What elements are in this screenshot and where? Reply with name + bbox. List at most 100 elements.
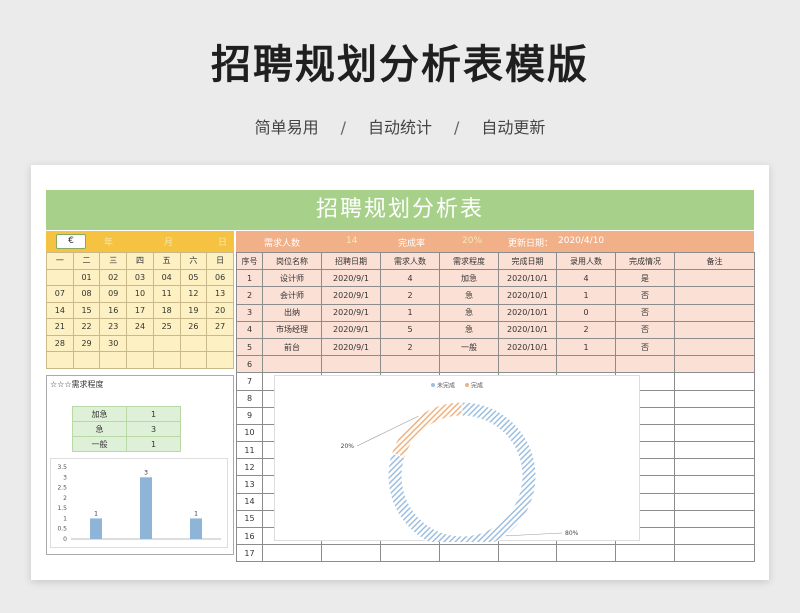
legend-swatch bbox=[465, 383, 469, 387]
bar-value-label: 1 bbox=[194, 510, 198, 517]
table-row: 1 设计师 2020/9/1 4 加急 2020/10/1 4 是 bbox=[236, 269, 755, 288]
y-tick-label: 0 bbox=[63, 536, 67, 543]
table-cell bbox=[674, 372, 755, 391]
calendar-cell: 四 bbox=[126, 252, 154, 270]
donut-slice bbox=[390, 401, 463, 459]
table-row: 4 市场经理 2020/9/1 5 急 2020/10/1 2 否 bbox=[236, 320, 755, 339]
urgency-row: 急3 bbox=[72, 421, 181, 437]
table-cell: 1 bbox=[380, 303, 440, 322]
table-cell: 2020/10/1 bbox=[498, 269, 557, 288]
y-tick-label: 3.5 bbox=[57, 464, 67, 471]
table-cell bbox=[674, 544, 755, 563]
table-cell bbox=[674, 458, 755, 477]
urgency-count: 3 bbox=[126, 421, 181, 437]
table-cell: 12 bbox=[236, 458, 263, 477]
feature-tags: 简单易用 / 自动统计 / 自动更新 bbox=[0, 114, 800, 138]
table-cell: 急 bbox=[439, 303, 499, 322]
legend-label: 完成 bbox=[471, 382, 483, 390]
table-cell: 17 bbox=[236, 544, 263, 563]
table-cell: 11 bbox=[236, 441, 263, 460]
calendar-cell: 10 bbox=[126, 285, 154, 303]
legend-label: 未完成 bbox=[437, 382, 455, 390]
table-cell: 13 bbox=[236, 475, 263, 494]
table-cell bbox=[321, 544, 381, 563]
rate-value: 20% bbox=[462, 236, 483, 246]
calendar-header: € 年 月 日 bbox=[46, 231, 234, 252]
tag-auto-update: 自动更新 bbox=[481, 118, 546, 137]
table-header-row: 序号 岗位名称 招聘日期 需求人数 需求程度 完成日期 录用人数 完成情况 备注 bbox=[236, 251, 755, 271]
table-cell: 2020/10/1 bbox=[498, 337, 557, 357]
calendar-cell: 11 bbox=[152, 285, 181, 303]
table-cell bbox=[262, 544, 322, 563]
column-header: 岗位名称 bbox=[262, 251, 322, 271]
calendar-row: 14 15 16 17 18 19 20 bbox=[46, 301, 234, 319]
bar-value-label: 1 bbox=[94, 510, 98, 517]
table-cell: 2 bbox=[556, 320, 616, 339]
table-cell: 4 bbox=[556, 269, 616, 288]
table-cell bbox=[674, 337, 755, 357]
table-cell: 0 bbox=[556, 303, 616, 322]
completion-chart: 未完成 完成 80% 20% bbox=[274, 375, 640, 551]
table-cell: 2020/9/1 bbox=[321, 269, 381, 288]
table-cell: 否 bbox=[615, 320, 675, 339]
table-cell: 否 bbox=[615, 303, 675, 322]
need-value: 14 bbox=[346, 236, 358, 246]
urgency-bar-chart: 0 0.5 1 1.5 2 2.5 3 3.5 1 3 1 bbox=[50, 458, 228, 548]
calendar-cell: 28 bbox=[46, 334, 74, 352]
table-cell bbox=[498, 544, 557, 563]
calendar-row bbox=[46, 351, 234, 369]
table-row: 2 会计师 2020/9/1 2 急 2020/10/1 1 否 bbox=[236, 286, 755, 305]
urgency-panel: ☆☆☆需求程度 加急 1 急 3 一般 1 0 0.5 1 1.5 2 2.5 3 3.5 1 3 1 bbox=[46, 375, 234, 555]
calendar-cell: 22 bbox=[72, 318, 101, 336]
calendar-cell: 五 bbox=[152, 252, 181, 270]
calendar-cell bbox=[126, 351, 154, 369]
calendar-cell bbox=[206, 351, 234, 369]
day-label: 日 bbox=[218, 238, 228, 248]
y-tick-label: 0.5 bbox=[57, 526, 67, 533]
calendar-cell: 05 bbox=[179, 268, 208, 286]
urgency-row: 一般 1 bbox=[72, 436, 181, 452]
table-cell: 2020/9/1 bbox=[321, 320, 381, 339]
urgency-title: ☆☆☆需求程度 bbox=[50, 380, 104, 389]
table-cell bbox=[321, 355, 381, 374]
y-tick-label: 3 bbox=[63, 474, 67, 481]
calendar-cell: 25 bbox=[152, 318, 181, 336]
table-cell: 6 bbox=[236, 355, 263, 374]
table-cell bbox=[262, 355, 322, 374]
calendar-cell: 13 bbox=[206, 285, 234, 303]
slice-value-label: 20% bbox=[341, 443, 355, 450]
table-cell: 急 bbox=[439, 320, 499, 339]
bar bbox=[90, 518, 102, 539]
leader-line bbox=[505, 532, 563, 537]
table-cell: 9 bbox=[236, 406, 263, 425]
completion-donut-chart: 未完成 完成 80% 20% bbox=[341, 382, 579, 551]
urgency-level: 加急 bbox=[72, 406, 127, 422]
table-cell bbox=[674, 492, 755, 511]
table-cell bbox=[674, 320, 755, 339]
table-cell: 4 bbox=[380, 269, 440, 288]
table-cell: 2020/10/1 bbox=[498, 303, 557, 322]
column-header: 备注 bbox=[674, 251, 755, 271]
table-cell: 2 bbox=[236, 286, 263, 305]
calendar-cell bbox=[152, 334, 181, 352]
calendar-cell: 24 bbox=[126, 318, 154, 336]
table-cell: 15 bbox=[236, 509, 263, 529]
slice-value-label: 80% bbox=[565, 530, 579, 537]
calendar-cell: 07 bbox=[46, 285, 74, 303]
calendar-cell: 04 bbox=[152, 268, 181, 286]
calendar-cell: 03 bbox=[126, 268, 154, 286]
table-cell: 10 bbox=[236, 423, 263, 443]
calendar-icon: € bbox=[56, 234, 86, 249]
table-cell: 1 bbox=[556, 286, 616, 305]
table-cell bbox=[674, 526, 755, 546]
table-cell: 前台 bbox=[262, 337, 322, 357]
calendar-cell: 20 bbox=[206, 301, 234, 319]
calendar-cell: 六 bbox=[179, 252, 208, 270]
table-cell: 2020/9/1 bbox=[321, 286, 381, 305]
table-cell: 2020/9/1 bbox=[321, 303, 381, 322]
calendar-cell: 01 bbox=[72, 268, 101, 286]
table-cell: 1 bbox=[556, 337, 616, 357]
table-cell: 1 bbox=[236, 269, 263, 288]
year-label: 年 bbox=[104, 238, 114, 248]
calendar-cell bbox=[152, 351, 181, 369]
